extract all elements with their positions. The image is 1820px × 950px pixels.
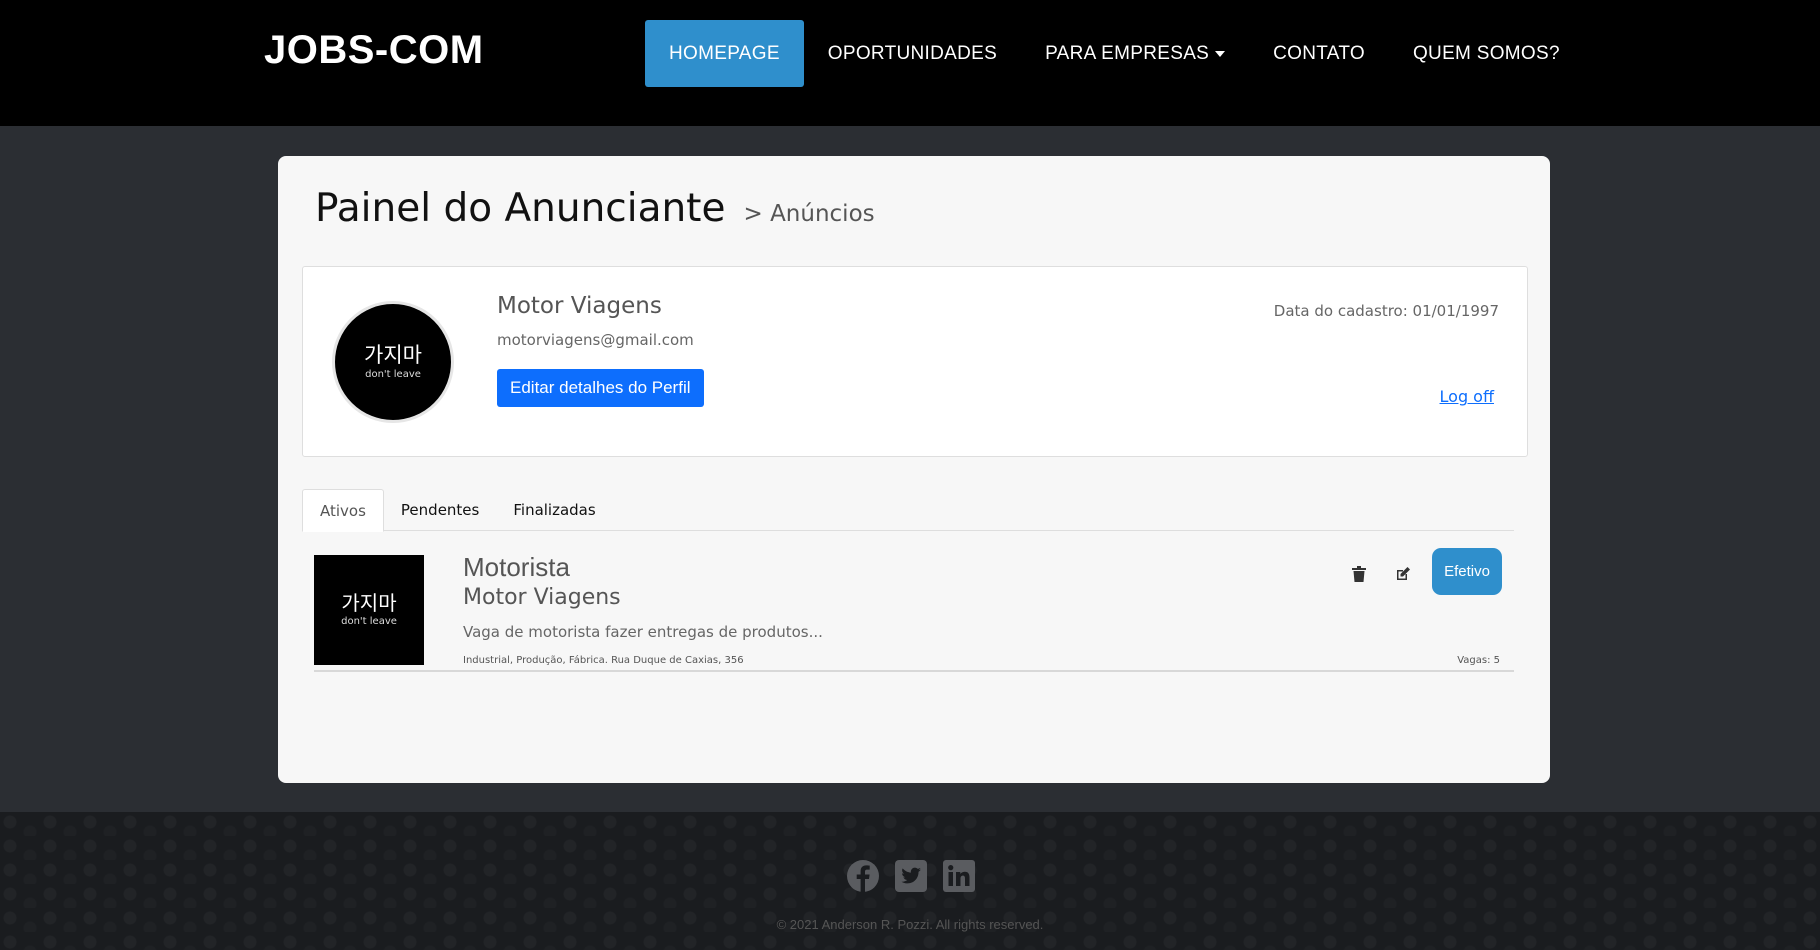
nav-quem-somos[interactable]: QUEM SOMOS? [1389,20,1584,87]
tab-pendentes[interactable]: Pendentes [384,489,496,531]
job-thumbnail: 가지마 don't leave [314,555,424,665]
company-avatar: 가지마 don't leave [332,301,454,423]
tab-finalizadas[interactable]: Finalizadas [496,489,612,531]
social-links [845,858,977,894]
job-type-button[interactable]: Efetivo [1432,548,1502,595]
status-tabs: Ativos Pendentes Finalizadas [302,489,1514,532]
main-nav: HOMEPAGE OPORTUNIDADES PARA EMPRESAS CON… [645,20,1584,87]
avatar-logo-subtext: don't leave [365,368,421,380]
nav-para-empresas-label: PARA EMPRESAS [1045,42,1210,64]
caret-down-icon [1215,50,1226,57]
nav-oportunidades[interactable]: OPORTUNIDADES [804,20,1021,87]
job-description: Vaga de motorista fazer entregas de prod… [463,623,823,641]
job-tags: Industrial, Produção, Fábrica. Rua Duque… [463,655,744,666]
register-date: Data do cadastro: 01/01/1997 [1273,302,1499,320]
trash-icon [1352,566,1366,582]
avatar-logo-text: 가지마 [364,342,422,367]
edit-job-button[interactable] [1391,562,1415,586]
page-title: Painel do Anunciante [315,186,726,231]
company-name: Motor Viagens [497,293,662,319]
copyright-text: © 2021 Anderson R. Pozzi. All rights res… [776,917,1044,932]
job-logo-text: 가지마 [341,591,397,615]
brand-logo[interactable]: JOBS-COM [264,28,484,73]
nav-para-empresas[interactable]: PARA EMPRESAS [1021,20,1249,87]
page-heading: Painel do Anunciante > Anúncios [315,186,875,231]
edit-profile-button[interactable]: Editar detalhes do Perfil [497,369,704,407]
delete-job-button[interactable] [1347,562,1371,586]
nav-contato[interactable]: CONTATO [1249,20,1389,87]
facebook-icon[interactable] [845,858,881,894]
job-logo-subtext: don't leave [341,616,397,627]
twitter-icon[interactable] [893,858,929,894]
job-company: Motor Viagens [463,585,621,610]
dashboard-card: Painel do Anunciante > Anúncios 가지마 don'… [278,156,1550,783]
edit-icon [1397,567,1410,580]
logoff-link[interactable]: Log off [1440,387,1494,406]
top-navbar: JOBS-COM HOMEPAGE OPORTUNIDADES PARA EMP… [0,0,1820,126]
nav-homepage[interactable]: HOMEPAGE [645,20,804,87]
company-email: motorviagens@gmail.com [497,331,694,349]
breadcrumb: > Anúncios [743,201,875,227]
linkedin-icon[interactable] [941,858,977,894]
tab-ativos[interactable]: Ativos [302,489,384,532]
job-list-item: 가지마 don't leave Motorista Motor Viagens … [314,548,1514,672]
job-title[interactable]: Motorista [463,552,570,583]
profile-box: 가지마 don't leave Motor Viagens motorviage… [302,266,1528,457]
job-vagas: Vagas: 5 [1457,655,1500,666]
footer: © 2021 Anderson R. Pozzi. All rights res… [0,812,1820,950]
